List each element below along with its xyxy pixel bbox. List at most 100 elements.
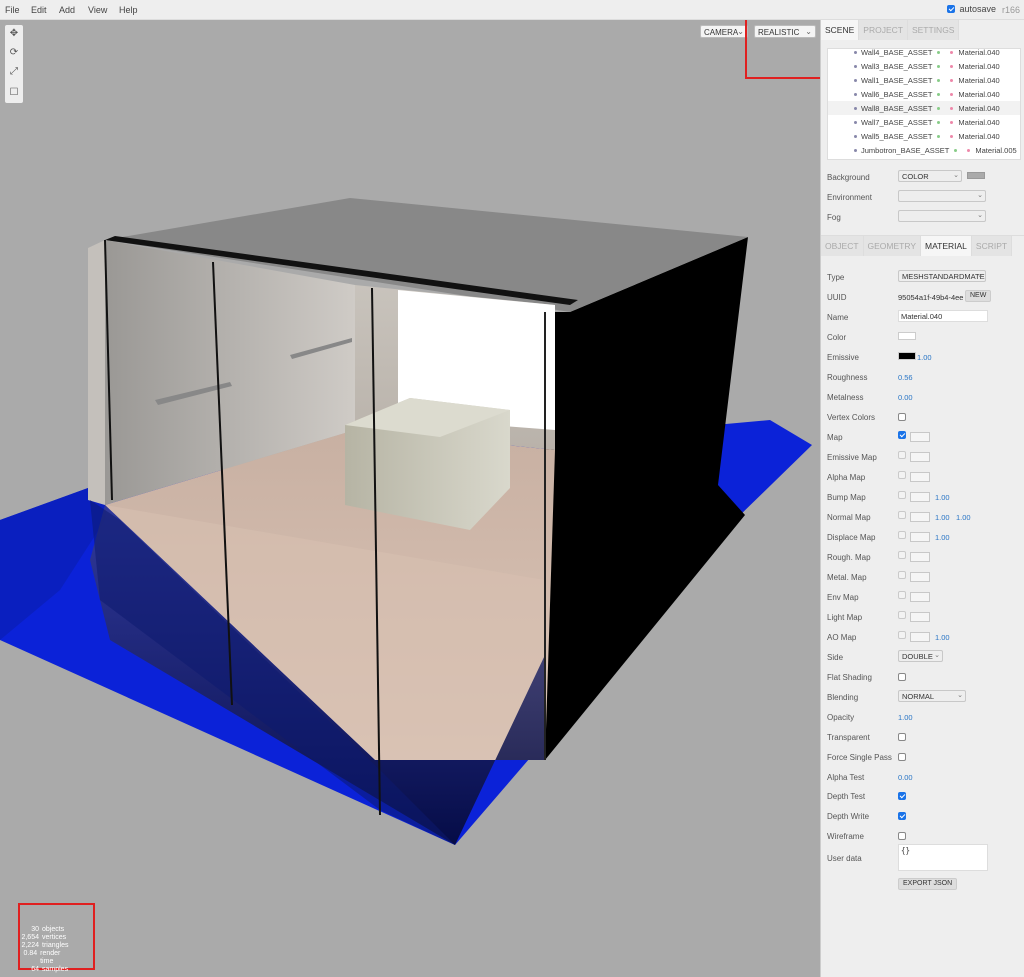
uuid-row: UUID 95054a1f-49b4-4ee NEW bbox=[827, 290, 1022, 306]
outliner-item[interactable]: Wall5_BASE_ASSET Material.040 bbox=[828, 129, 1020, 143]
background-label: Background bbox=[827, 173, 870, 182]
type-label: Type bbox=[827, 273, 845, 282]
flat-shading-checkbox[interactable] bbox=[898, 673, 906, 681]
depth-test-row: Depth Test bbox=[827, 789, 1022, 805]
background-color-swatch[interactable] bbox=[967, 172, 985, 179]
outliner-item[interactable]: Wall1_BASE_ASSET Material.040 bbox=[828, 73, 1020, 87]
emissive-map-checkbox[interactable] bbox=[898, 451, 906, 459]
force-single-pass-label: Force Single Pass bbox=[827, 753, 892, 762]
normal-scale-x[interactable]: 1.00 bbox=[935, 513, 950, 522]
map-texture-slot[interactable] bbox=[910, 431, 930, 442]
tab-scene[interactable]: SCENE bbox=[821, 20, 860, 40]
alpha-map-label: Alpha Map bbox=[827, 473, 866, 482]
blending-select[interactable]: NORMAL ⌄ bbox=[898, 690, 966, 702]
type-select[interactable]: MESHSTANDARDMATE ⌄ bbox=[898, 270, 986, 282]
side-select[interactable]: DOUBLE ⌄ bbox=[898, 650, 943, 662]
scale-icon[interactable]: ⤢ bbox=[8, 66, 20, 78]
tab-material[interactable]: MATERIAL bbox=[921, 236, 972, 256]
roughness-row: Roughness 0.56 bbox=[827, 370, 1022, 386]
displace-map-checkbox[interactable] bbox=[898, 531, 906, 539]
camera-select[interactable]: CAMERA ⌄ bbox=[700, 25, 748, 38]
fog-select[interactable]: ⌄ bbox=[898, 210, 986, 222]
user-data-textarea[interactable]: {} bbox=[898, 844, 988, 871]
export-json-button[interactable]: EXPORT JSON bbox=[898, 878, 958, 890]
wireframe-checkbox[interactable] bbox=[898, 832, 906, 840]
outliner-item[interactable]: Jumbotron_BASE_ASSET Material.005 bbox=[828, 143, 1020, 157]
scene-render[interactable] bbox=[0, 20, 820, 977]
displace-scale-number[interactable]: 1.00 bbox=[935, 533, 950, 542]
environment-select[interactable]: ⌄ bbox=[898, 190, 986, 202]
emissive-swatch[interactable] bbox=[898, 352, 916, 360]
metalness-label: Metalness bbox=[827, 393, 864, 402]
force-single-pass-checkbox[interactable] bbox=[898, 753, 906, 761]
local-space-icon[interactable]: ☐ bbox=[8, 87, 20, 99]
menu-view[interactable]: View bbox=[88, 5, 107, 15]
outliner-item[interactable]: Wall4_BASE_ASSET Material.040 bbox=[828, 49, 1020, 59]
background-select[interactable]: COLOR ⌄ bbox=[898, 170, 962, 182]
rough-map-slot[interactable] bbox=[910, 551, 930, 562]
tab-settings[interactable]: SETTINGS bbox=[907, 20, 960, 40]
name-input[interactable]: Material.040 bbox=[898, 310, 988, 322]
viewport[interactable]: ✥ ⟳ ⤢ ☐ CAMERA ⌄ REALISTIC ⌄ 30 objects 2… bbox=[0, 20, 820, 977]
normal-map-slot[interactable] bbox=[910, 511, 930, 522]
tab-script[interactable]: SCRIPT bbox=[971, 236, 1013, 256]
rough-map-checkbox[interactable] bbox=[898, 551, 906, 559]
tab-geometry[interactable]: GEOMETRY bbox=[863, 236, 922, 256]
autosave-checkbox[interactable] bbox=[947, 5, 956, 13]
alpha-map-slot[interactable] bbox=[910, 471, 930, 482]
autosave-label: autosave bbox=[959, 4, 996, 14]
ao-intensity-number[interactable]: 1.00 bbox=[935, 633, 950, 642]
outliner-item[interactable]: Wall3_BASE_ASSET Material.040 bbox=[828, 59, 1020, 73]
bump-map-slot[interactable] bbox=[910, 491, 930, 502]
uuid-label: UUID bbox=[827, 293, 847, 302]
emissive-map-slot[interactable] bbox=[910, 451, 930, 462]
menu-help[interactable]: Help bbox=[119, 5, 138, 15]
emissive-intensity[interactable]: 1.00 bbox=[917, 353, 932, 362]
tab-project[interactable]: PROJECT bbox=[859, 20, 908, 40]
opacity-row: Opacity 1.00 bbox=[827, 710, 1022, 726]
ao-map-checkbox[interactable] bbox=[898, 631, 906, 639]
info-render-time-value: 0.84 bbox=[23, 950, 38, 957]
ao-map-slot[interactable] bbox=[910, 631, 930, 642]
alpha-test-number[interactable]: 0.00 bbox=[898, 773, 913, 782]
bump-map-label: Bump Map bbox=[827, 493, 866, 502]
opacity-number[interactable]: 1.00 bbox=[898, 713, 913, 722]
normal-scale-y[interactable]: 1.00 bbox=[956, 513, 971, 522]
uuid-value: 95054a1f-49b4-4ee bbox=[898, 293, 964, 302]
scene-outliner[interactable]: Wall4_BASE_ASSET Material.040 Wall3_BASE_… bbox=[827, 48, 1021, 160]
light-map-checkbox[interactable] bbox=[898, 611, 906, 619]
outliner-item[interactable]: Wall8_BASE_ASSET Material.040 bbox=[828, 101, 1020, 115]
wireframe-label: Wireframe bbox=[827, 832, 864, 841]
bump-scale-number[interactable]: 1.00 bbox=[935, 493, 950, 502]
normal-map-checkbox[interactable] bbox=[898, 511, 906, 519]
transparent-checkbox[interactable] bbox=[898, 733, 906, 741]
depth-write-checkbox[interactable] bbox=[898, 812, 906, 820]
displace-map-slot[interactable] bbox=[910, 531, 930, 542]
force-single-pass-row: Force Single Pass bbox=[827, 750, 1022, 766]
autosave-toggle[interactable]: autosave bbox=[947, 4, 996, 14]
menu-edit[interactable]: Edit bbox=[31, 5, 47, 15]
rotate-icon[interactable]: ⟳ bbox=[8, 47, 20, 59]
metal-map-slot[interactable] bbox=[910, 571, 930, 582]
env-map-slot[interactable] bbox=[910, 591, 930, 602]
vertex-colors-checkbox[interactable] bbox=[898, 413, 906, 421]
environment-row: Environment ⌄ bbox=[827, 190, 1022, 206]
metalness-number[interactable]: 0.00 bbox=[898, 393, 913, 402]
map-checkbox[interactable] bbox=[898, 431, 906, 439]
translate-icon[interactable]: ✥ bbox=[8, 28, 20, 40]
outliner-item[interactable]: Wall6_BASE_ASSET Material.040 bbox=[828, 87, 1020, 101]
alpha-map-checkbox[interactable] bbox=[898, 471, 906, 479]
menu-file[interactable]: File bbox=[5, 5, 20, 15]
light-map-slot[interactable] bbox=[910, 611, 930, 622]
depth-write-label: Depth Write bbox=[827, 812, 870, 821]
color-swatch[interactable] bbox=[898, 332, 916, 340]
env-map-checkbox[interactable] bbox=[898, 591, 906, 599]
outliner-item[interactable]: Wall7_BASE_ASSET Material.040 bbox=[828, 115, 1020, 129]
tab-object[interactable]: OBJECT bbox=[821, 236, 864, 256]
bump-map-checkbox[interactable] bbox=[898, 491, 906, 499]
depth-test-checkbox[interactable] bbox=[898, 792, 906, 800]
metal-map-checkbox[interactable] bbox=[898, 571, 906, 579]
new-uuid-button[interactable]: NEW bbox=[965, 290, 992, 302]
roughness-number[interactable]: 0.56 bbox=[898, 373, 913, 382]
menu-add[interactable]: Add bbox=[59, 5, 75, 15]
